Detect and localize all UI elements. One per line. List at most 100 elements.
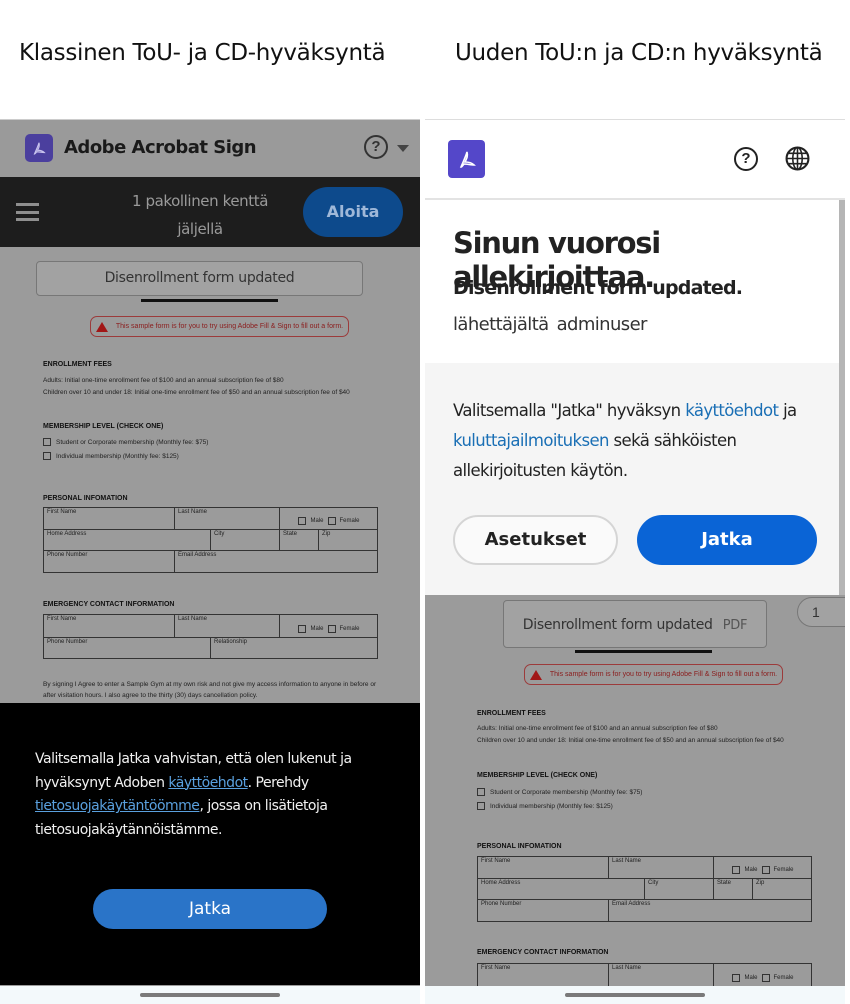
emergency-heading: EMERGENCY CONTACT INFORMATION [43, 601, 175, 608]
relationship-field[interactable]: Relationship [211, 638, 378, 659]
city-field[interactable]: City [211, 530, 280, 551]
city-field[interactable]: City [645, 879, 714, 900]
membership-option[interactable]: Individual membership (Monthly fee: $125… [43, 452, 179, 460]
warning-icon [529, 669, 542, 680]
last-name-field[interactable]: Last Name [609, 857, 714, 879]
document-preview: Disenrollment form updated PDF This samp… [425, 595, 845, 1004]
option-label: Student or Corporate membership (Monthly… [490, 788, 643, 796]
checkbox[interactable] [477, 802, 485, 810]
consumer-disclosure-link[interactable]: kuluttajailmoituksen [453, 431, 610, 450]
terms-link[interactable]: käyttöehdot [685, 401, 779, 420]
personal-heading: PERSONAL INFOMATION [477, 843, 562, 850]
terms-link[interactable]: käyttöehdot [168, 775, 248, 791]
consent-text-part: . Perehdy [247, 774, 310, 791]
membership-option[interactable]: Student or Corporate membership (Monthly… [477, 788, 642, 796]
male-label: Male [744, 974, 758, 981]
remaining-line-1: 1 pakollinen kenttä [131, 192, 269, 210]
settings-button[interactable]: Asetukset [453, 515, 618, 565]
acrobat-logo-icon [448, 140, 485, 178]
agreement-text: By signing I Agree to enter a Sample Gym… [43, 681, 377, 699]
privacy-link[interactable]: tietosuojakäytäntöömme [35, 798, 200, 814]
document-title-text: Disenrollment form updated [104, 270, 295, 286]
warning-text: This sample form is for you to try using… [549, 671, 778, 678]
title-underline [141, 299, 278, 302]
checkbox-male[interactable] [732, 866, 741, 874]
file-type-label: PDF [722, 618, 748, 633]
start-button[interactable]: Aloita [303, 187, 403, 237]
help-icon[interactable]: ? [364, 135, 388, 159]
zip-field[interactable]: Zip [753, 879, 812, 900]
consent-text: Valitsemalla "Jatka" hyväksyn käyttöehdo… [453, 396, 823, 486]
gender-field: Male Female [714, 964, 812, 987]
female-label: Female [339, 625, 360, 632]
app-header: Adobe Acrobat Sign ? [0, 119, 420, 177]
zip-field[interactable]: Zip [319, 530, 378, 551]
enrollment-line: Children over 10 and under 18: Initial o… [477, 737, 784, 744]
checkbox-female[interactable] [761, 973, 770, 982]
sender-name: adminuser [556, 314, 648, 335]
last-name-field[interactable]: Last Name [175, 508, 280, 530]
home-indicator[interactable] [565, 993, 705, 997]
home-address-field[interactable]: Home Address [44, 530, 211, 551]
emergency-heading: EMERGENCY CONTACT INFORMATION [477, 949, 609, 956]
checkbox[interactable] [43, 452, 51, 460]
female-label: Female [339, 518, 360, 524]
checkbox-male[interactable] [298, 624, 307, 633]
checkbox-female[interactable] [327, 624, 336, 633]
first-name-field[interactable]: First Name [478, 964, 609, 987]
enrollment-line: Adults: Initial one-time enrollment fee … [43, 377, 284, 384]
phone-field[interactable]: Phone Number [44, 551, 175, 573]
caption-classic: Klassinen ToU- ja CD-hyväksyntä [19, 40, 386, 66]
help-icon[interactable]: ? [734, 147, 758, 171]
enrollment-line: Adults: Initial one-time enrollment fee … [477, 725, 718, 732]
acrobat-logo-icon [25, 134, 53, 162]
female-label: Female [773, 867, 794, 873]
hamburger-icon[interactable] [16, 203, 39, 221]
continue-button[interactable]: Jatka [93, 889, 327, 929]
female-label: Female [773, 974, 794, 981]
document-name: Disenrollment form updated. [453, 277, 743, 299]
first-name-field[interactable]: First Name [44, 508, 175, 530]
classic-consent-screen: Adobe Acrobat Sign ? 1 pakollinen kenttä… [0, 119, 420, 1004]
page-number-badge[interactable]: 1 [797, 597, 845, 627]
option-label: Student or Corporate membership (Monthly… [56, 438, 209, 446]
sender-info: lähettäjältä adminuser [453, 314, 647, 335]
sample-warning: This sample form is for you to try using… [90, 316, 349, 337]
personal-heading: PERSONAL INFOMATION [43, 495, 128, 502]
email-field[interactable]: Email Address [609, 900, 812, 922]
checkbox[interactable] [43, 438, 51, 446]
phone-field[interactable]: Phone Number [44, 638, 211, 659]
email-field[interactable]: Email Address [175, 551, 378, 573]
enrollment-heading: ENROLLMENT FEES [43, 361, 112, 368]
first-name-field[interactable]: First Name [44, 615, 175, 638]
male-label: Male [310, 518, 324, 524]
last-name-field[interactable]: Last Name [175, 615, 280, 638]
checkbox[interactable] [477, 788, 485, 796]
personal-info-table: First Name Last Name Male Female Home Add… [43, 507, 378, 573]
home-address-field[interactable]: Home Address [478, 879, 645, 900]
home-indicator[interactable] [140, 993, 280, 997]
checkbox-male[interactable] [298, 517, 307, 525]
document-title: Disenrollment form updated PDF [503, 600, 767, 648]
globe-icon[interactable] [785, 146, 810, 171]
phone-field[interactable]: Phone Number [478, 900, 609, 922]
first-name-field[interactable]: First Name [478, 857, 609, 879]
checkbox-male[interactable] [732, 973, 741, 982]
last-name-field[interactable]: Last Name [609, 964, 714, 987]
gender-field: Male Female [714, 857, 812, 879]
scrollbar[interactable] [839, 200, 845, 595]
checkbox-female[interactable] [761, 866, 770, 874]
enrollment-heading: ENROLLMENT FEES [477, 710, 546, 717]
membership-option[interactable]: Student or Corporate membership (Monthly… [43, 438, 208, 446]
continue-button[interactable]: Jatka [637, 515, 817, 565]
membership-option[interactable]: Individual membership (Monthly fee: $125… [477, 802, 613, 810]
option-label: Individual membership (Monthly fee: $125… [490, 802, 613, 810]
checkbox-female[interactable] [327, 517, 336, 525]
caret-down-icon[interactable] [397, 145, 409, 152]
consent-text: Valitsemalla Jatka vahvistan, että olen … [35, 748, 375, 842]
navigation-bar [0, 986, 420, 1004]
male-label: Male [744, 867, 758, 873]
consent-panel: Valitsemalla "Jatka" hyväksyn käyttöehdo… [425, 363, 839, 595]
state-field[interactable]: State [280, 530, 319, 551]
state-field[interactable]: State [714, 879, 753, 900]
